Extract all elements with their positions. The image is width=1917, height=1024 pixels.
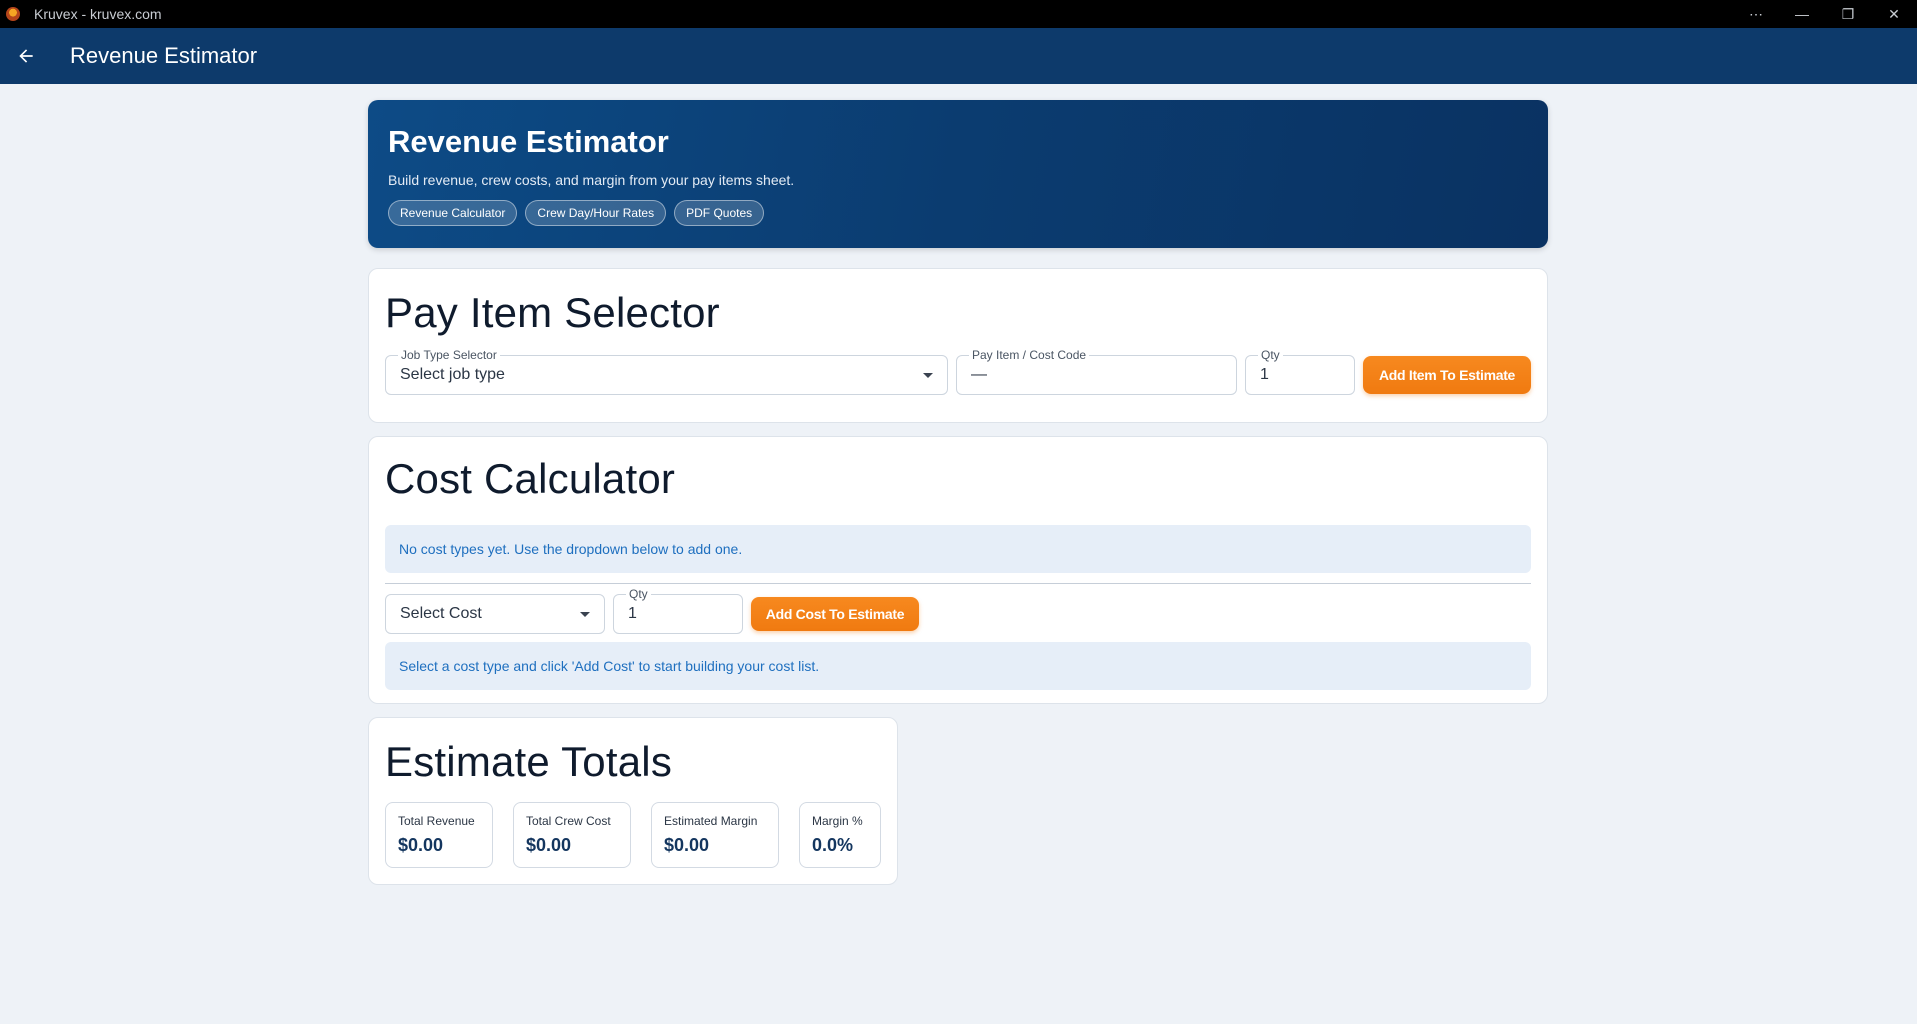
stat-value: 0.0%	[812, 835, 854, 855]
chevron-down-icon	[580, 612, 590, 617]
pay-item-value: —	[971, 366, 987, 383]
stat-label: Margin %	[812, 814, 863, 828]
stat-value: $0.00	[664, 835, 710, 855]
add-cost-to-estimate-button[interactable]: Add Cost To Estimate	[751, 597, 919, 631]
more-options-icon[interactable]: ⋯	[1733, 6, 1779, 23]
totals-stats: Total Revenue $0.00 Total Crew Cost $0.0…	[385, 802, 881, 868]
arrow-left-icon	[19, 49, 33, 63]
cost-calculator-heading: Cost Calculator	[385, 455, 676, 502]
pay-item-selector-heading: Pay Item Selector	[385, 289, 720, 336]
back-button[interactable]	[12, 42, 40, 70]
pay-item-label: Pay Item / Cost Code	[969, 348, 1090, 362]
kruvex-logo-icon	[6, 7, 20, 21]
close-icon[interactable]: ✕	[1871, 6, 1917, 23]
cost-calculator-card: Cost Calculator No cost types yet. Use t…	[368, 436, 1548, 704]
cost-form: Select Cost Qty 1 Add Cost To Estimate	[385, 587, 1531, 634]
chip-pdf-quotes: PDF Quotes	[674, 200, 765, 226]
estimate-totals-heading: Estimate Totals	[385, 738, 673, 785]
app-title: Revenue Estimator	[70, 43, 258, 68]
job-type-select[interactable]: Job Type Selector Select job type	[385, 348, 948, 395]
no-cost-types-message: No cost types yet. Use the dropdown belo…	[385, 525, 1531, 573]
window-titlebar: Kruvex - kruvex.com ⋯ — ❐ ✕	[0, 0, 1917, 28]
qty-label: Qty	[626, 587, 651, 601]
stat-margin-percent: Margin % 0.0%	[799, 802, 881, 868]
pay-item-selector-card: Pay Item Selector Job Type Selector Sele…	[368, 268, 1548, 423]
add-item-to-estimate-button[interactable]: Add Item To Estimate	[1363, 356, 1531, 394]
stat-total-crew-cost: Total Crew Cost $0.00	[513, 802, 631, 868]
hero-banner: Revenue Estimator Build revenue, crew co…	[368, 100, 1548, 248]
window-title: Kruvex - kruvex.com	[34, 6, 162, 22]
qty-value: 1	[628, 605, 637, 622]
divider	[385, 583, 1531, 584]
stat-value: $0.00	[398, 835, 444, 855]
main-content: Revenue Estimator Build revenue, crew co…	[368, 100, 1548, 885]
stat-total-revenue: Total Revenue $0.00	[385, 802, 493, 868]
estimate-totals-card: Estimate Totals Total Revenue $0.00 Tota…	[368, 717, 898, 885]
job-type-value: Select job type	[400, 366, 505, 383]
cost-qty-input[interactable]: Qty 1	[613, 587, 743, 634]
app-bar: Revenue Estimator	[0, 28, 1917, 84]
stat-label: Estimated Margin	[664, 814, 758, 828]
pay-item-form: Job Type Selector Select job type Pay It…	[385, 348, 1531, 395]
chip-revenue-calculator: Revenue Calculator	[388, 200, 518, 226]
cost-hint-message: Select a cost type and click 'Add Cost' …	[385, 642, 1531, 690]
hero-subtitle: Build revenue, crew costs, and margin fr…	[388, 172, 795, 188]
minimize-icon[interactable]: —	[1779, 6, 1825, 22]
hero-title: Revenue Estimator	[388, 124, 669, 159]
window-controls: ⋯ — ❐ ✕	[1733, 0, 1917, 28]
chevron-down-icon	[923, 373, 933, 378]
stat-label: Total Revenue	[398, 814, 475, 828]
stat-value: $0.00	[526, 835, 572, 855]
chip-crew-rates: Crew Day/Hour Rates	[525, 200, 667, 226]
pay-item-field[interactable]: Pay Item / Cost Code —	[956, 348, 1237, 395]
cost-type-select[interactable]: Select Cost	[385, 594, 605, 634]
cost-select-value: Select Cost	[400, 605, 482, 622]
pay-item-qty-input[interactable]: Qty 1	[1245, 348, 1355, 395]
qty-label: Qty	[1258, 348, 1283, 362]
job-type-label: Job Type Selector	[398, 348, 500, 362]
qty-value: 1	[1260, 366, 1269, 383]
stat-estimated-margin: Estimated Margin $0.00	[651, 802, 779, 868]
restore-icon[interactable]: ❐	[1825, 6, 1871, 23]
feature-chips: Revenue Calculator Crew Day/Hour Rates P…	[388, 200, 1528, 226]
stat-label: Total Crew Cost	[526, 814, 611, 828]
